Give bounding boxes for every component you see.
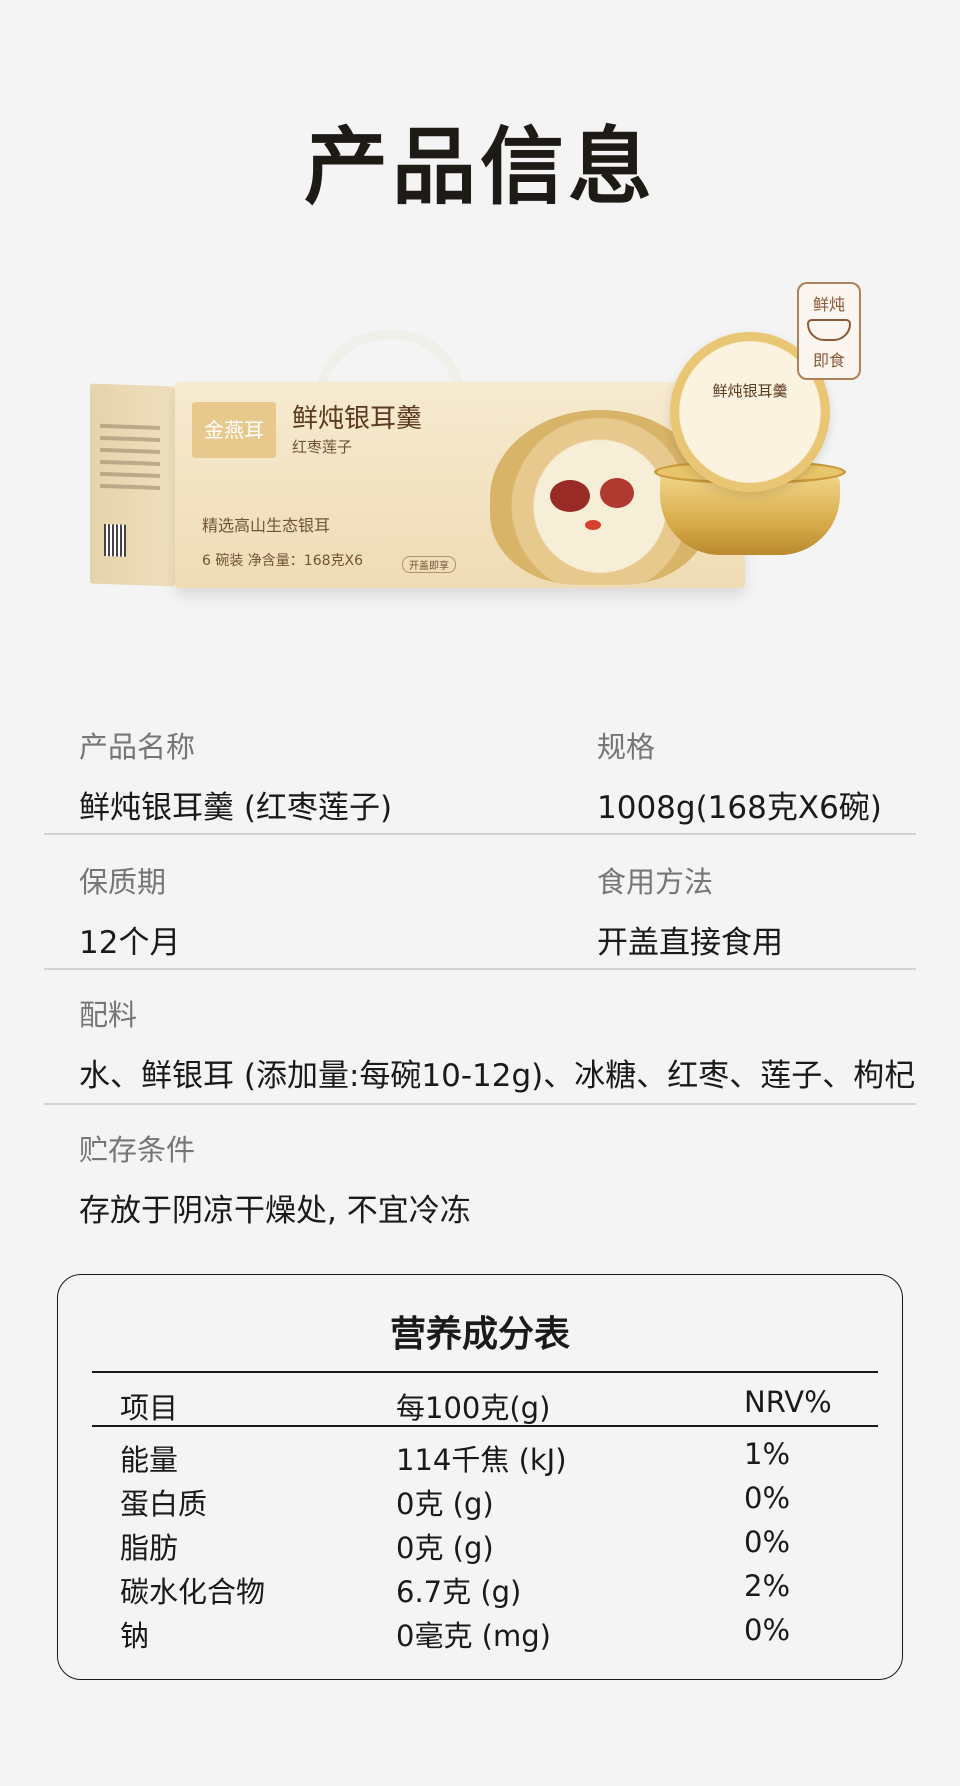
nutrition-facts-table: 营养成分表 项目 每100克(g) NRV% 能量 114千焦 (kJ) 1% …: [57, 1274, 903, 1680]
nutrient-nrv: 2%: [744, 1569, 791, 1603]
usage-value: 开盖直接食用: [597, 925, 783, 961]
nutrient-name: 钠: [120, 1619, 150, 1653]
nutrient-nrv: 0%: [744, 1613, 791, 1647]
nutrient-amount: 0克 (g): [396, 1531, 494, 1565]
header-per-100g: 每100克(g): [396, 1391, 551, 1425]
table-top-rule: [92, 1371, 878, 1373]
header-item: 项目: [120, 1391, 179, 1425]
shelf-life-value: 12个月: [79, 925, 181, 961]
nutrient-name: 蛋白质: [120, 1487, 208, 1521]
spec-label: 规格: [597, 730, 656, 764]
badge-top-text: 鲜炖: [812, 295, 845, 314]
box-product-name: 鲜炖银耳羹: [292, 404, 423, 434]
box-slogan: 精选高山生态银耳: [202, 516, 331, 535]
box-side-panel: [90, 383, 175, 587]
box-tag: 开盖即享: [402, 556, 456, 573]
nutrient-amount: 114千焦 (kJ): [396, 1443, 567, 1477]
nutrient-name: 碳水化合物: [120, 1575, 266, 1609]
table-header-rule: [92, 1425, 878, 1427]
info-row-name-spec: 产品名称 鲜炖银耳羹 (红枣莲子) 规格 1008g(168克X6碗): [44, 710, 916, 835]
brand-logo: 金燕耳: [192, 402, 276, 458]
shelf-life-label: 保质期: [79, 865, 167, 899]
info-row-shelf-usage: 保质期 12个月 食用方法 开盖直接食用: [44, 835, 916, 970]
info-row-storage: 贮存条件 存放于阴凉干燥处, 不宜冷冻: [44, 1105, 916, 1235]
nutrient-nrv: 0%: [744, 1481, 791, 1515]
info-row-ingredients: 配料 水、鲜银耳 (添加量:每碗10-12g)、冰糖、红枣、莲子、枸杞: [44, 970, 916, 1105]
product-name-value: 鲜炖银耳羹 (红枣莲子): [79, 790, 393, 826]
nutrient-amount: 0克 (g): [396, 1487, 494, 1521]
storage-value: 存放于阴凉干燥处, 不宜冷冻: [79, 1193, 471, 1229]
ready-to-eat-badge: 鲜炖 即食: [797, 282, 861, 380]
ingredients-value: 水、鲜银耳 (添加量:每碗10-12g)、冰糖、红枣、莲子、枸杞: [79, 1058, 916, 1094]
usage-label: 食用方法: [597, 865, 714, 899]
product-info-table: 产品名称 鲜炖银耳羹 (红枣莲子) 规格 1008g(168克X6碗) 保质期 …: [44, 710, 916, 1235]
barcode-icon: [104, 524, 126, 557]
nutrition-title: 营养成分表: [389, 1314, 570, 1355]
box-net-content: 6 碗装 净含量：168克X6: [202, 553, 364, 569]
lid-product-name: 鲜炖银耳羹: [712, 382, 788, 400]
product-image: 金燕耳 鲜炖银耳羹 红枣莲子 精选高山生态银耳 6 碗装 净含量：168克X6 …: [80, 270, 880, 630]
storage-label: 贮存条件: [79, 1133, 196, 1167]
box-flavor: 红枣莲子: [292, 438, 353, 456]
nutrient-amount: 6.7克 (g): [396, 1575, 522, 1609]
spec-value: 1008g(168克X6碗): [597, 790, 882, 826]
bowl-icon: [807, 319, 851, 341]
header-nrv: NRV%: [744, 1385, 832, 1419]
nutrient-name: 脂肪: [120, 1531, 179, 1565]
badge-bottom-text: 即食: [812, 351, 845, 370]
nutrient-nrv: 1%: [744, 1437, 791, 1471]
nutrient-amount: 0毫克 (mg): [396, 1619, 551, 1653]
product-name-label: 产品名称: [79, 730, 196, 764]
ingredients-label: 配料: [79, 998, 138, 1032]
nutrient-nrv: 0%: [744, 1525, 791, 1559]
page-title: 产品信息: [303, 118, 656, 216]
nutrient-name: 能量: [120, 1443, 179, 1477]
